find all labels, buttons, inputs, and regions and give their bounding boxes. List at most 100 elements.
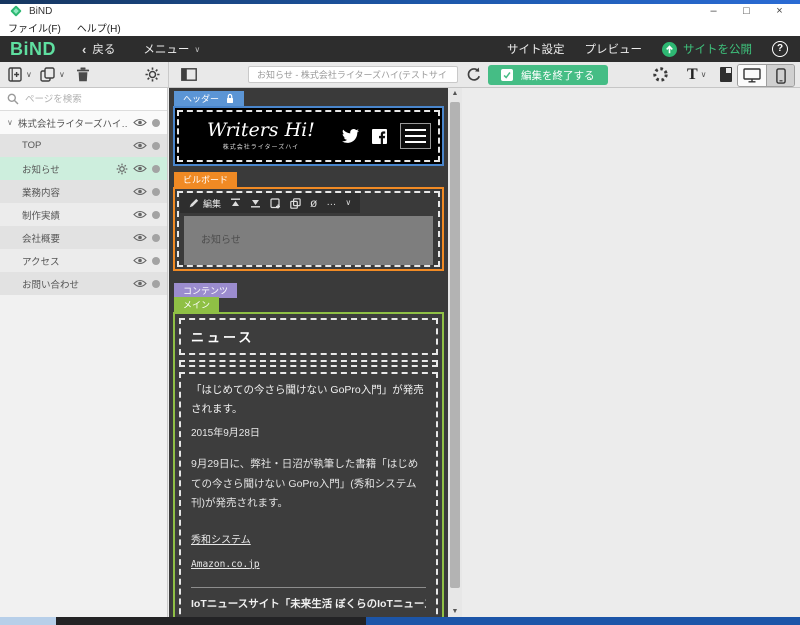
desktop-edge-bottom-left <box>0 617 56 625</box>
sidebar-item-news[interactable]: お知らせ <box>0 157 167 180</box>
link-amazon[interactable]: Amazon.co.jp <box>191 558 260 571</box>
scrollbar-thumb[interactable] <box>450 102 460 588</box>
news-heading-block[interactable]: ニュース <box>179 318 438 355</box>
chevron-down-icon[interactable]: ∨ <box>345 199 351 207</box>
menubar: ファイル(F) ヘルプ(H) <box>0 19 800 36</box>
scroll-up-icon[interactable]: ▲ <box>448 90 462 97</box>
toggle-sidebar-button[interactable] <box>181 62 197 87</box>
block-edit-toolbar: 編集 ø … ∨ <box>180 193 361 213</box>
page-toolbar: ∨ ∨ お知らせ - 株式会社ライターズハイ(テストサイト) 編集を終了する T… <box>0 62 800 88</box>
mobile-view-button[interactable] <box>766 65 794 86</box>
sidebar-item-works[interactable]: 制作実績 <box>0 203 167 226</box>
status-dot <box>152 141 160 150</box>
more-options-icon[interactable]: … <box>326 198 336 208</box>
chevron-down-icon: ∨ <box>700 70 707 79</box>
eye-icon[interactable] <box>133 187 147 196</box>
eye-icon[interactable] <box>133 141 147 150</box>
status-dot <box>152 279 160 288</box>
maximize-button[interactable]: □ <box>730 4 763 19</box>
search-icon <box>7 93 19 105</box>
window-title: BiND <box>29 6 53 17</box>
menu-dropdown[interactable]: メニュー ∨ <box>143 41 200 57</box>
sidebar-item-top[interactable]: TOP <box>0 134 167 157</box>
font-settings-button[interactable]: T ∨ <box>687 62 707 87</box>
pencil-icon <box>189 198 199 208</box>
block-layout-button[interactable] <box>720 62 732 87</box>
article-date: 2015年9月28日 <box>191 427 260 439</box>
next-article-title: IoTニュースサイト「未来生活 ぼくらのIoTニュースマガ <box>191 597 426 610</box>
add-page-button[interactable]: ∨ <box>8 62 32 87</box>
billboard-block[interactable]: 編集 ø … ∨ お知らせ <box>173 187 444 271</box>
edit-block-button[interactable]: 編集 <box>189 197 221 210</box>
site-settings-button[interactable]: サイト設定 <box>507 41 565 57</box>
eye-icon[interactable] <box>133 256 147 265</box>
add-block-icon[interactable] <box>270 197 281 209</box>
reload-button[interactable] <box>466 62 482 87</box>
help-icon[interactable]: ? <box>772 41 788 57</box>
move-to-bottom-icon[interactable] <box>250 198 261 208</box>
app-toolbar: BiND ‹ 戻る メニュー ∨ サイト設定 プレビュー サイトを公開 ? <box>0 36 800 62</box>
eye-icon[interactable] <box>133 118 147 127</box>
header-section-tab[interactable]: ヘッダー <box>174 91 245 106</box>
eye-icon[interactable] <box>133 164 147 173</box>
empty-block[interactable] <box>179 360 438 367</box>
article-block[interactable]: 「はじめての今さら聞けない GoPro入門」が発売されます。 2015年9月28… <box>179 372 438 617</box>
twitter-icon[interactable] <box>342 129 359 143</box>
status-dot <box>152 233 160 242</box>
move-to-top-icon[interactable] <box>230 198 241 208</box>
block-icon <box>720 67 732 82</box>
facebook-icon[interactable] <box>372 128 387 144</box>
sidebar-panel-icon <box>181 68 197 81</box>
eye-icon[interactable] <box>133 279 147 288</box>
scroll-down-icon[interactable]: ▼ <box>448 608 462 615</box>
status-dot <box>152 210 160 219</box>
close-button[interactable]: × <box>763 4 796 19</box>
finish-editing-button[interactable]: 編集を終了する <box>488 65 608 85</box>
bind-app-window: BiND – □ × ファイル(F) ヘルプ(H) BiND ‹ 戻る メニュー… <box>0 0 800 625</box>
article-divider <box>191 586 426 588</box>
chevron-down-icon: ∨ <box>194 44 201 54</box>
hamburger-menu-icon[interactable] <box>400 123 431 149</box>
contents-section-tab[interactable]: コンテンツ <box>174 283 238 298</box>
status-dot <box>152 256 160 265</box>
preview-button[interactable]: プレビュー <box>585 41 643 57</box>
main-block[interactable]: ニュース 「はじめての今さら聞けない GoPro入門」が発売されます。 2015… <box>173 312 444 617</box>
bind-app-icon <box>10 5 22 17</box>
page-settings-button[interactable] <box>145 62 160 87</box>
search-input[interactable] <box>25 93 143 105</box>
billboard-placeholder[interactable]: お知らせ <box>184 216 433 265</box>
eye-icon[interactable] <box>133 233 147 242</box>
device-toggle-group <box>737 64 795 87</box>
page-title-field[interactable] <box>248 66 458 83</box>
hide-block-icon[interactable]: ø <box>310 197 317 209</box>
gear-icon[interactable] <box>116 163 128 175</box>
eye-icon[interactable] <box>133 210 147 219</box>
sidebar-item-company[interactable]: 会社概要 <box>0 226 167 249</box>
copy-pages-icon <box>40 67 55 82</box>
sidebar-site-root[interactable]: ∨ 株式会社ライターズハイ… <box>0 111 167 134</box>
menu-file[interactable]: ファイル(F) <box>8 20 61 35</box>
site-color-button[interactable] <box>652 62 669 87</box>
smartphone-icon <box>775 67 786 84</box>
link-shuwa-system[interactable]: 秀和システム <box>191 534 251 548</box>
delete-page-button[interactable] <box>76 62 90 87</box>
sidebar-item-access[interactable]: アクセス <box>0 249 167 272</box>
titlebar: BiND – □ × <box>0 4 800 19</box>
preview-scrollbar[interactable]: ▲ ▼ <box>448 88 462 617</box>
sidebar-item-contact[interactable]: お問い合わせ <box>0 272 167 295</box>
header-block[interactable]: Writers Hi! 株式会社ライターズハイ <box>173 106 444 166</box>
minimize-button[interactable]: – <box>697 4 730 19</box>
article-body: 9月29日に、弊社・日沼が執筆した書籍「はじめての今さら聞けない GoPro入門… <box>191 458 419 510</box>
billboard-section-tab[interactable]: ビルボード <box>174 172 238 187</box>
toolbar-divider <box>168 62 169 87</box>
back-button[interactable]: ‹ 戻る <box>82 41 115 57</box>
publish-site-button[interactable]: サイトを公開 <box>662 41 752 57</box>
desktop-view-button[interactable] <box>738 65 766 86</box>
main-section-tab[interactable]: メイン <box>174 297 220 312</box>
menu-help[interactable]: ヘルプ(H) <box>77 20 121 35</box>
duplicate-block-icon[interactable] <box>290 197 301 209</box>
duplicate-page-button[interactable]: ∨ <box>40 62 65 87</box>
sidebar-item-services[interactable]: 業務内容 <box>0 180 167 203</box>
upload-circle-icon <box>662 41 677 57</box>
chevron-down-icon: ∨ <box>7 118 13 127</box>
